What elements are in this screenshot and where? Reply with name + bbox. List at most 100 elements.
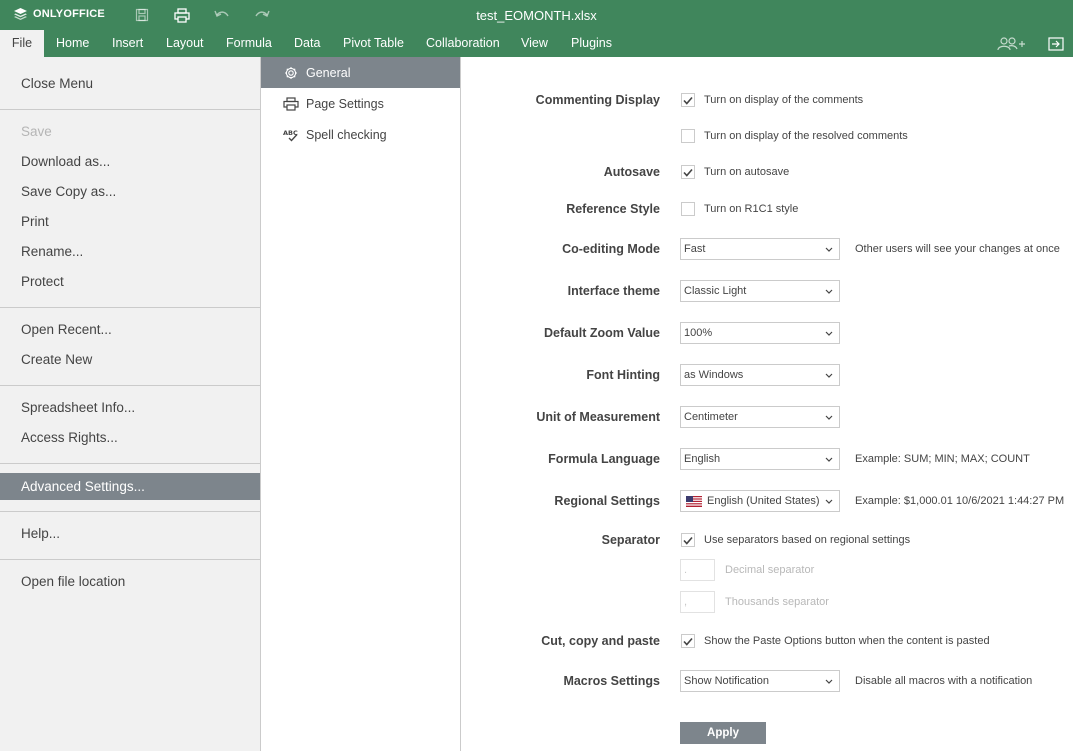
resolved-comments-checkbox[interactable] (681, 129, 695, 143)
formula-language-select[interactable]: English (680, 448, 840, 470)
advanced-settings-panel: Commenting Display Turn on display of th… (462, 57, 1073, 751)
paste-options-checkbox[interactable] (681, 634, 695, 648)
tab-data[interactable]: Data (294, 30, 320, 57)
font-hinting-label: Font Hinting (586, 368, 660, 382)
regional-settings-value: English (United States) (707, 495, 820, 507)
tab-home[interactable]: Home (56, 30, 89, 57)
formula-language-label: Formula Language (548, 452, 660, 466)
tab-file[interactable]: File (0, 30, 44, 57)
macros-settings-select[interactable]: Show Notification (680, 670, 840, 692)
default-zoom-value: 100% (684, 327, 713, 339)
comments-display-text: Turn on display of the comments (704, 94, 864, 106)
nav-spell-checking-label: Spell checking (306, 127, 387, 142)
advanced-settings-item[interactable]: Advanced Settings... (0, 473, 260, 500)
thousands-separator-label: Thousands separator (725, 596, 829, 608)
paste-options-text: Show the Paste Options button when the c… (704, 635, 990, 647)
chevron-down-icon (825, 247, 833, 252)
formula-language-note: Example: SUM; MIN; MAX; COUNT (855, 453, 1030, 465)
chevron-down-icon (825, 373, 833, 378)
checkmark-icon (683, 637, 693, 646)
commenting-display-label: Commenting Display (535, 93, 660, 107)
open-recent-item[interactable]: Open Recent... (0, 316, 260, 343)
download-as-item[interactable]: Download as... (0, 148, 260, 175)
open-location-icon[interactable] (1046, 34, 1066, 54)
protect-item[interactable]: Protect (0, 268, 260, 295)
spreadsheet-info-item[interactable]: Spreadsheet Info... (0, 394, 260, 421)
thousands-separator-input: , (680, 591, 715, 613)
macros-settings-note: Disable all macros with a notification (855, 675, 1033, 687)
tab-layout[interactable]: Layout (166, 30, 204, 57)
print-item[interactable]: Print (0, 208, 260, 235)
nav-general-label: General (306, 65, 351, 80)
printer-icon (283, 96, 299, 112)
regional-settings-note: Example: $1,000.01 10/6/2021 1:44:27 PM (855, 495, 1065, 507)
formula-language-value: English (684, 453, 721, 465)
r1c1-text: Turn on R1C1 style (704, 203, 799, 215)
autosave-checkbox[interactable] (681, 165, 695, 179)
tab-insert[interactable]: Insert (112, 30, 143, 57)
tab-view[interactable]: View (521, 30, 548, 57)
tab-plugins[interactable]: Plugins (571, 30, 612, 57)
create-new-item[interactable]: Create New (0, 346, 260, 373)
tab-formula[interactable]: Formula (226, 30, 272, 57)
regional-settings-select[interactable]: English (United States) (680, 490, 840, 512)
comments-display-checkbox[interactable] (681, 93, 695, 107)
menu-divider (0, 109, 260, 110)
title-bar: ONLYOFFICE test_EOMONTH.xlsx (0, 0, 1073, 30)
font-hinting-value: as Windows (684, 369, 744, 381)
unit-of-measurement-label: Unit of Measurement (536, 410, 660, 424)
chevron-down-icon (825, 331, 833, 336)
coediting-mode-select[interactable]: Fast (680, 238, 840, 260)
regional-separators-option[interactable]: Use separators based on regional setting… (681, 533, 910, 547)
comments-display-option[interactable]: Turn on display of the comments (681, 93, 863, 107)
regional-separators-text: Use separators based on regional setting… (704, 534, 911, 546)
coediting-mode-label: Co-editing Mode (562, 242, 660, 256)
interface-theme-label: Interface theme (567, 284, 660, 298)
save-copy-as-item[interactable]: Save Copy as... (0, 178, 260, 205)
menu-divider (0, 511, 260, 512)
r1c1-checkbox[interactable] (681, 202, 695, 216)
tab-collaboration[interactable]: Collaboration (426, 30, 500, 57)
decimal-separator-label: Decimal separator (725, 564, 815, 576)
menu-divider (0, 559, 260, 560)
autosave-option[interactable]: Turn on autosave (681, 165, 789, 179)
settings-nav: General Page Settings ABC Spell checking (261, 57, 461, 751)
unit-of-measurement-select[interactable]: Centimeter (680, 406, 840, 428)
coediting-note: Other users will see your changes at onc… (855, 243, 1060, 255)
access-rights-item[interactable]: Access Rights... (0, 424, 260, 451)
chevron-down-icon (825, 457, 833, 462)
menu-tabs: File Home Insert Layout Formula Data Piv… (0, 30, 1073, 57)
reference-style-label: Reference Style (566, 202, 660, 216)
rename-item[interactable]: Rename... (0, 238, 260, 265)
checkmark-icon (683, 168, 693, 177)
menu-divider (0, 463, 260, 464)
nav-general[interactable]: General (261, 57, 460, 88)
font-hinting-select[interactable]: as Windows (680, 364, 840, 386)
nav-page-settings[interactable]: Page Settings (261, 88, 460, 119)
interface-theme-select[interactable]: Classic Light (680, 280, 840, 302)
resolved-comments-text: Turn on display of the resolved comments (704, 130, 908, 142)
paste-options-option[interactable]: Show the Paste Options button when the c… (681, 634, 990, 648)
chevron-down-icon (825, 289, 833, 294)
file-menu: Close Menu Save Download as... Save Copy… (0, 57, 261, 751)
help-item[interactable]: Help... (0, 520, 260, 547)
unit-of-measurement-value: Centimeter (684, 411, 738, 423)
regional-separators-checkbox[interactable] (681, 533, 695, 547)
macros-settings-value: Show Notification (684, 675, 769, 687)
default-zoom-select[interactable]: 100% (680, 322, 840, 344)
document-title: test_EOMONTH.xlsx (476, 8, 597, 23)
macros-settings-label: Macros Settings (563, 674, 660, 688)
add-user-icon[interactable] (996, 34, 1026, 54)
resolved-comments-option[interactable]: Turn on display of the resolved comments (681, 129, 908, 143)
menu-divider (0, 307, 260, 308)
spellcheck-icon: ABC (283, 127, 299, 143)
apply-button[interactable]: Apply (680, 722, 766, 744)
close-menu-item[interactable]: Close Menu (0, 70, 260, 97)
gear-icon (283, 65, 299, 81)
open-file-location-item[interactable]: Open file location (0, 568, 260, 595)
tab-pivot-table[interactable]: Pivot Table (343, 30, 404, 57)
separator-label: Separator (601, 533, 660, 547)
cut-copy-paste-label: Cut, copy and paste (541, 634, 660, 648)
r1c1-option[interactable]: Turn on R1C1 style (681, 202, 798, 216)
nav-spell-checking[interactable]: ABC Spell checking (261, 119, 460, 150)
